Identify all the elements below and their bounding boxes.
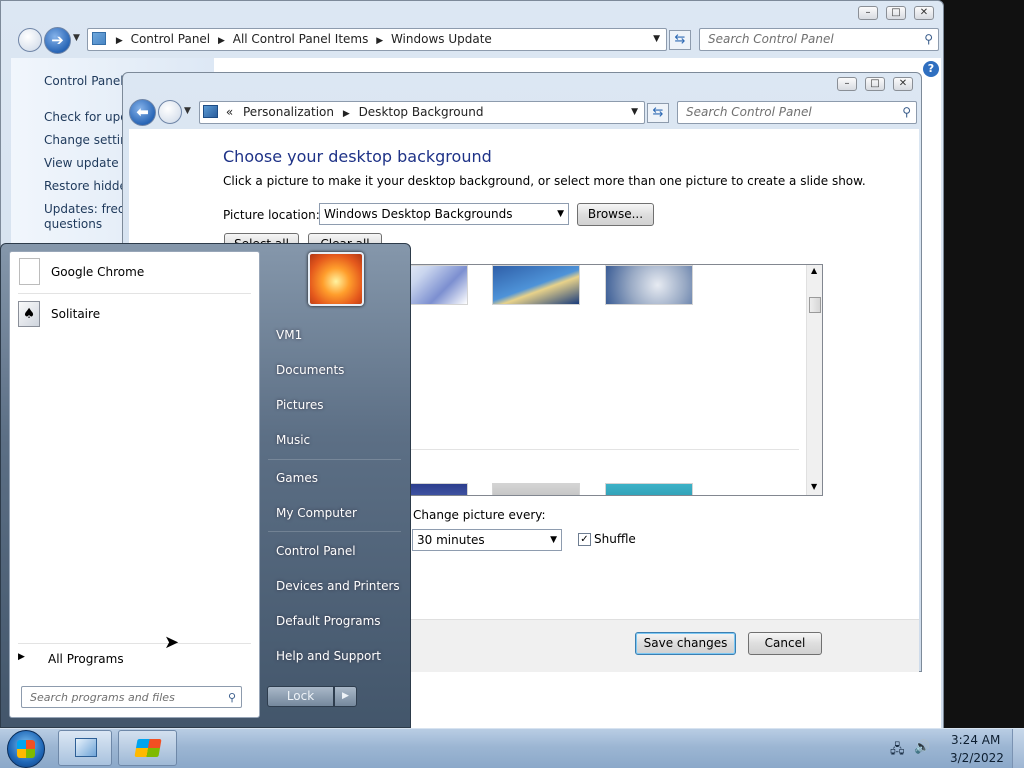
program-google-chrome[interactable]: Google Chrome xyxy=(51,265,144,279)
interval-select[interactable]: 30 minutes ▼ xyxy=(412,529,562,551)
all-programs-divider xyxy=(18,643,251,644)
chrome-file-icon xyxy=(19,258,40,285)
program-solitaire[interactable]: Solitaire xyxy=(51,307,100,321)
start-item-my-computer[interactable]: My Computer xyxy=(276,506,357,520)
start-item-music[interactable]: Music xyxy=(276,433,310,447)
background-thumbnail[interactable] xyxy=(492,483,580,495)
shuffle-label: Shuffle xyxy=(594,532,636,546)
windows-logo-icon xyxy=(17,740,35,758)
gallery-scrollbar[interactable]: ▲ ▼ xyxy=(806,265,822,495)
taskbar-windows-update-button[interactable] xyxy=(118,730,177,766)
sidebar-item-restore-hidden[interactable]: Restore hidden xyxy=(44,179,135,193)
mouse-cursor-icon: ➤ xyxy=(164,632,180,653)
breadcrumb-windows-update[interactable]: Windows Update xyxy=(391,32,492,46)
network-icon[interactable]: 🖧 xyxy=(890,740,905,762)
maximize-button[interactable]: □ xyxy=(886,6,906,20)
start-item-control-panel[interactable]: Control Panel xyxy=(276,544,356,558)
back-icon[interactable] xyxy=(18,28,42,52)
user-picture[interactable] xyxy=(308,252,364,306)
refresh-icon[interactable]: ⇆ xyxy=(669,30,691,50)
all-programs-arrow-icon: ▶ xyxy=(18,652,25,662)
picture-location-label: Picture location: xyxy=(223,208,320,222)
recent-pages-chevron-icon[interactable]: ▼ xyxy=(184,106,191,116)
breadcrumb-desktop-background[interactable]: Desktop Background xyxy=(359,105,484,119)
search-icon[interactable]: ⚲ xyxy=(228,687,236,708)
windows-update-icon xyxy=(134,739,162,757)
browse-button[interactable]: Browse... xyxy=(577,203,654,226)
close-button[interactable]: ✕ xyxy=(914,6,934,20)
forward-icon[interactable] xyxy=(158,100,182,124)
scroll-thumb[interactable] xyxy=(809,297,821,313)
back-icon[interactable]: ⬅ xyxy=(129,99,156,126)
start-item-games[interactable]: Games xyxy=(276,471,318,485)
shuffle-checkbox[interactable]: ✓ xyxy=(578,533,591,546)
breadcrumb-sep-icon: ▶ xyxy=(376,36,384,46)
background-thumbnail[interactable] xyxy=(492,265,580,305)
breadcrumb-sep-icon: ▶ xyxy=(217,36,225,46)
breadcrumb-control-panel[interactable]: Control Panel xyxy=(131,32,211,46)
forward-icon[interactable]: ➔ xyxy=(44,27,71,54)
show-desktop-button[interactable] xyxy=(1012,729,1024,768)
breadcrumb-sep-icon: ▶ xyxy=(115,36,123,46)
recent-pages-chevron-icon[interactable]: ▼ xyxy=(73,33,80,43)
maximize-button[interactable]: □ xyxy=(865,77,885,91)
minimize-button[interactable]: – xyxy=(837,77,857,91)
minimize-button[interactable]: – xyxy=(858,6,878,20)
picture-location-select[interactable]: Windows Desktop Backgrounds ▼ xyxy=(319,203,569,225)
refresh-icon[interactable]: ⇆ xyxy=(647,103,669,123)
start-menu-programs-pane xyxy=(9,251,260,718)
start-item-vm1[interactable]: VM1 xyxy=(276,328,302,342)
scroll-down-icon[interactable]: ▼ xyxy=(811,482,817,491)
control-panel-icon xyxy=(75,738,97,757)
start-item-documents[interactable]: Documents xyxy=(276,363,344,377)
chevron-down-icon: ▼ xyxy=(557,209,564,219)
taskbar-control-panel-button[interactable] xyxy=(58,730,112,766)
chevron-down-icon: ▼ xyxy=(550,535,557,545)
breadcrumb-sep-icon: ▶ xyxy=(342,109,350,119)
control-panel-icon xyxy=(92,32,106,45)
start-right-divider xyxy=(268,531,401,532)
scroll-up-icon[interactable]: ▲ xyxy=(811,266,817,275)
search-input[interactable]: Search Control Panel ⚲ xyxy=(677,101,917,124)
solitaire-icon: ♠ xyxy=(18,301,40,327)
background-thumbnail[interactable] xyxy=(605,483,693,495)
start-item-default-programs[interactable]: Default Programs xyxy=(276,614,381,628)
personalization-icon xyxy=(203,105,218,118)
help-icon[interactable]: ? xyxy=(923,61,939,77)
volume-icon[interactable]: 🔊 xyxy=(914,740,930,755)
pinned-divider xyxy=(18,293,251,294)
clock-time[interactable]: 3:24 AM xyxy=(951,733,1000,747)
close-button[interactable]: ✕ xyxy=(893,77,913,91)
search-icon[interactable]: ⚲ xyxy=(924,29,933,50)
start-item-pictures[interactable]: Pictures xyxy=(276,398,324,412)
sidebar-item-faq-cont[interactable]: questions xyxy=(44,217,102,231)
search-input[interactable]: Search Control Panel ⚲ xyxy=(699,28,939,51)
lock-button[interactable]: Lock xyxy=(267,686,334,707)
clock-date[interactable]: 3/2/2022 xyxy=(950,751,1004,765)
search-icon[interactable]: ⚲ xyxy=(902,102,911,123)
start-item-help-support[interactable]: Help and Support xyxy=(276,649,381,663)
background-thumbnail[interactable] xyxy=(605,265,693,305)
address-bar[interactable]: ▶ Control Panel ▶ All Control Panel Item… xyxy=(87,28,667,51)
address-bar[interactable]: « Personalization ▶ Desktop Background ▼ xyxy=(199,101,645,124)
page-title: Choose your desktop background xyxy=(223,147,492,166)
all-programs-button[interactable]: All Programs xyxy=(48,652,124,666)
address-dropdown-icon[interactable]: ▼ xyxy=(631,102,638,123)
instruction-text: Click a picture to make it your desktop … xyxy=(223,174,866,188)
cancel-button[interactable]: Cancel xyxy=(748,632,822,655)
address-dropdown-icon[interactable]: ▼ xyxy=(653,29,660,50)
start-item-devices-printers[interactable]: Devices and Printers xyxy=(276,579,400,593)
start-search-input[interactable]: Search programs and files ⚲ xyxy=(21,686,242,708)
breadcrumb-personalization[interactable]: Personalization xyxy=(243,105,334,119)
shutdown-options-button[interactable]: ▶ xyxy=(334,686,357,707)
breadcrumb-all-items[interactable]: All Control Panel Items xyxy=(233,32,369,46)
save-changes-button[interactable]: Save changes xyxy=(635,632,736,655)
change-picture-label: Change picture every: xyxy=(413,508,546,522)
sidebar-item-view-history[interactable]: View update hi xyxy=(44,156,133,170)
start-right-divider xyxy=(268,459,401,460)
